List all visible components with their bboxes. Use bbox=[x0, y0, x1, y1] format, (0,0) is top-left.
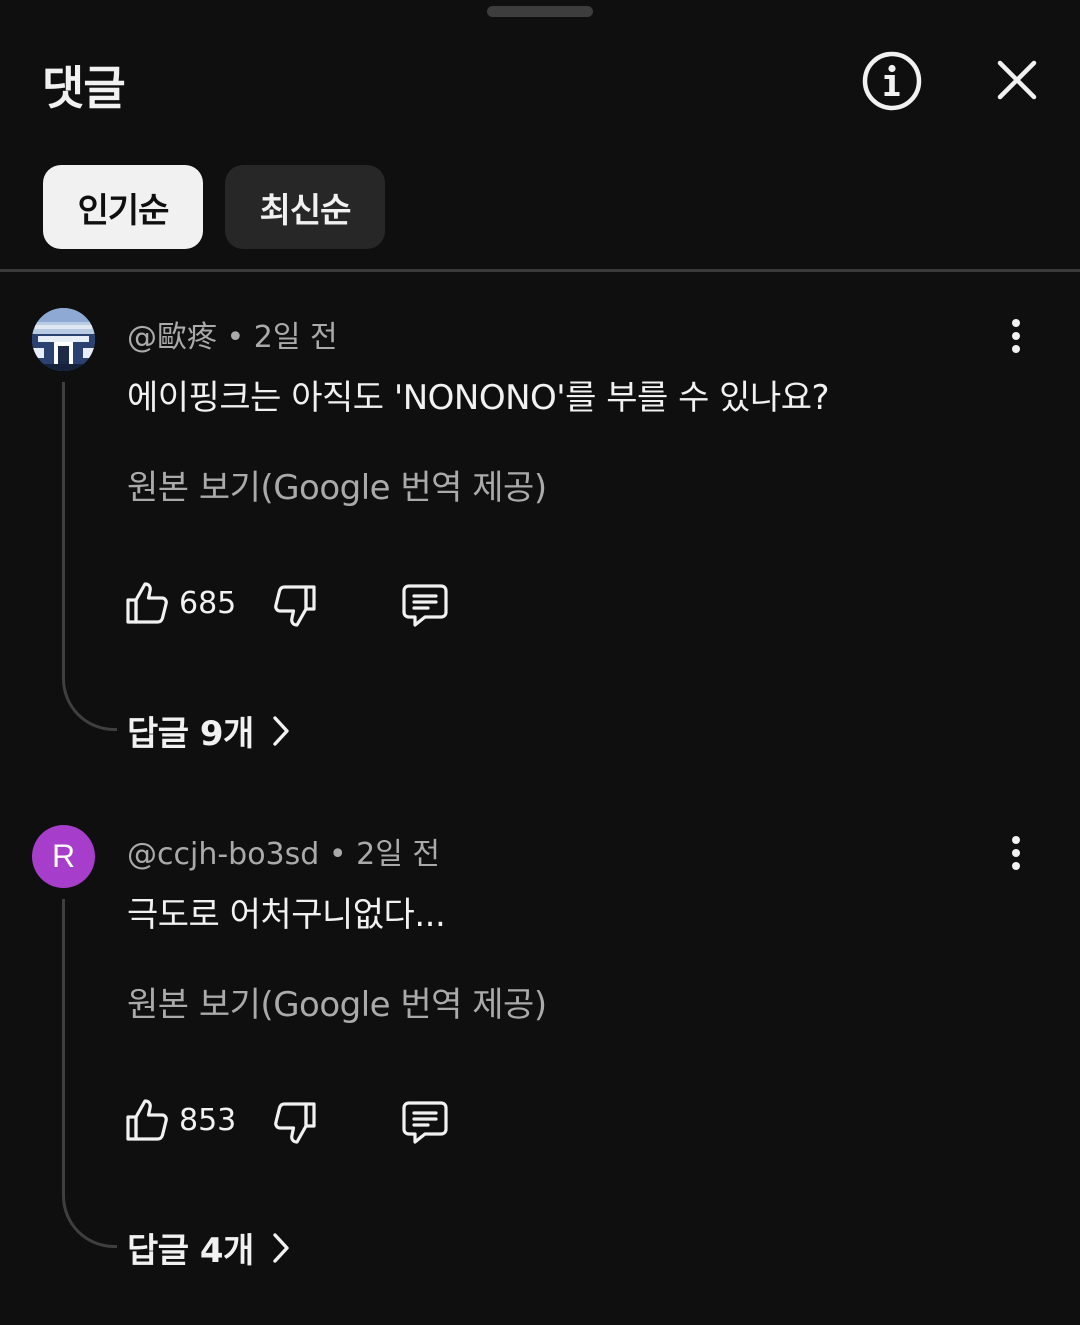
like-button[interactable] bbox=[124, 580, 170, 626]
comment-text: 에이핑크는 아직도 'NONONO'를 부를 수 있나요? bbox=[127, 378, 830, 418]
thumbs-down-icon bbox=[274, 1102, 316, 1144]
meta-separator: • bbox=[328, 837, 357, 872]
header-divider bbox=[0, 269, 1080, 272]
thumbs-up-icon bbox=[126, 1099, 168, 1141]
avatar[interactable]: R bbox=[32, 825, 95, 888]
replies-count-label: 답글 9개 bbox=[127, 714, 254, 754]
comment-thread: R @ccjh-bo3sd • 2일 전 극도로 어처구니없다... 원본 보기… bbox=[0, 825, 1080, 1325]
close-icon bbox=[997, 60, 1037, 100]
comment-meta: @ccjh-bo3sd • 2일 전 bbox=[127, 829, 440, 873]
thread-line bbox=[62, 382, 117, 731]
like-count: 853 bbox=[179, 1103, 237, 1138]
info-icon bbox=[862, 51, 922, 111]
thumbs-up-icon bbox=[126, 582, 168, 624]
meta-separator: • bbox=[226, 320, 254, 355]
tab-newest[interactable]: 최신순 bbox=[225, 165, 385, 249]
view-replies-button[interactable]: 답글 4개 bbox=[127, 1223, 292, 1272]
like-button[interactable] bbox=[124, 1097, 170, 1143]
like-count: 685 bbox=[179, 586, 237, 621]
chevron-right-icon bbox=[273, 715, 289, 746]
panel-title: 댓글 bbox=[42, 61, 126, 115]
comment-meta: @歐疼 • 2일 전 bbox=[127, 312, 338, 356]
photo-avatar-icon bbox=[32, 308, 95, 371]
replies-count-label: 답글 4개 bbox=[127, 1231, 254, 1271]
thumbs-down-icon bbox=[274, 585, 316, 627]
dislike-button[interactable] bbox=[272, 583, 318, 629]
comment-time: 2일 전 bbox=[253, 320, 338, 355]
drag-handle[interactable] bbox=[487, 6, 593, 17]
comment-icon bbox=[402, 1101, 448, 1144]
author-handle[interactable]: @ccjh-bo3sd bbox=[127, 837, 319, 872]
tab-popular[interactable]: 인기순 bbox=[43, 165, 203, 249]
comment-time: 2일 전 bbox=[356, 837, 440, 872]
comment-icon bbox=[402, 584, 448, 627]
comment-thread: @歐疼 • 2일 전 에이핑크는 아직도 'NONONO'를 부를 수 있나요?… bbox=[0, 308, 1080, 808]
comment-text: 극도로 어처구니없다... bbox=[127, 895, 446, 935]
chevron-right-icon bbox=[273, 1232, 289, 1263]
close-button[interactable] bbox=[992, 55, 1042, 105]
more-options-button[interactable] bbox=[996, 835, 1036, 875]
more-vert-icon bbox=[1012, 319, 1020, 353]
more-options-button[interactable] bbox=[996, 318, 1036, 358]
dislike-button[interactable] bbox=[272, 1100, 318, 1146]
author-handle[interactable]: @歐疼 bbox=[127, 320, 217, 355]
avatar[interactable] bbox=[32, 308, 95, 371]
view-original-link[interactable]: 원본 보기(Google 번역 제공) bbox=[127, 977, 547, 1026]
info-button[interactable] bbox=[860, 49, 924, 113]
reply-button[interactable] bbox=[401, 1099, 449, 1145]
more-vert-icon bbox=[1012, 836, 1020, 870]
thread-line bbox=[62, 899, 117, 1248]
view-original-link[interactable]: 원본 보기(Google 번역 제공) bbox=[127, 460, 547, 509]
reply-button[interactable] bbox=[401, 582, 449, 628]
avatar-letter: R bbox=[51, 838, 76, 874]
view-replies-button[interactable]: 답글 9개 bbox=[127, 706, 292, 755]
